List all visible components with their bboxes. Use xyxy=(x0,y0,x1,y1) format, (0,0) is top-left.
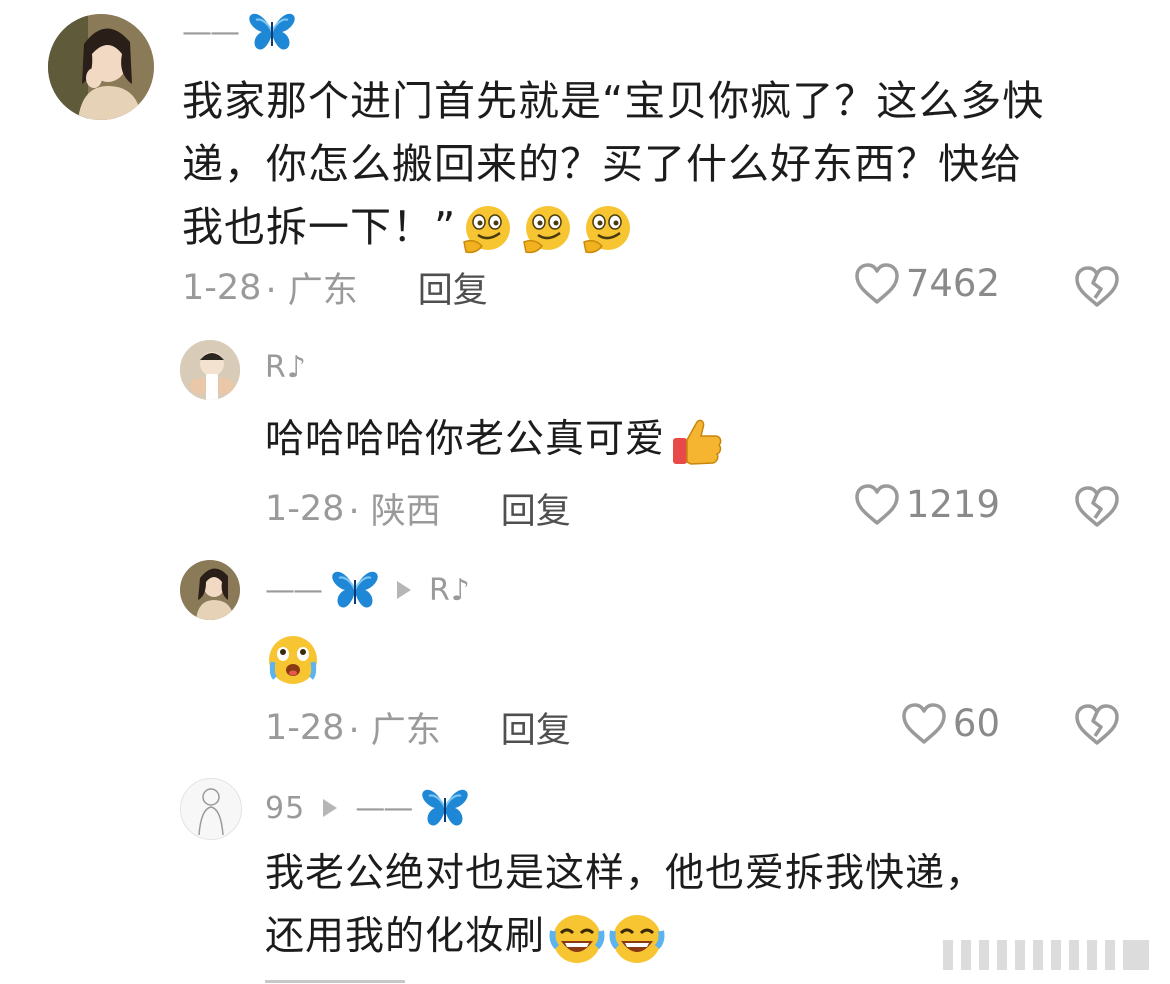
broken-heart-icon[interactable] xyxy=(1074,486,1120,528)
author-name[interactable]: R♪ xyxy=(265,350,307,385)
heart-icon xyxy=(901,703,947,745)
avatar[interactable] xyxy=(180,560,240,620)
heart-icon xyxy=(854,484,900,526)
emoji-laughing-tears xyxy=(609,911,665,967)
like-count: 7462 xyxy=(905,262,1000,305)
author-name[interactable]: —— xyxy=(182,15,240,50)
comment-region: · 陕西 xyxy=(348,492,441,532)
author-name[interactable]: —— xyxy=(265,573,323,608)
comment-date: 1-28 xyxy=(265,707,345,748)
reply-arrow-icon xyxy=(323,799,338,817)
reply-to-name[interactable]: R♪ xyxy=(429,573,471,608)
comment-text: 哈哈哈哈你老公真可爱 xyxy=(265,408,725,471)
butterfly-icon xyxy=(421,788,469,828)
reply-arrow-icon xyxy=(397,581,411,599)
author-name[interactable]: 95 xyxy=(265,791,305,826)
emoji-laughing-tears xyxy=(549,911,605,967)
heart-icon xyxy=(854,263,900,305)
author-line: 95 —— xyxy=(265,788,469,828)
comment-region: · 广东 xyxy=(348,711,441,751)
avatar[interactable] xyxy=(48,14,154,120)
comment-region: · 广东 xyxy=(265,271,358,311)
watermark-logo xyxy=(933,932,1158,978)
comment-meta: 1-28 · 陕西 回复 xyxy=(265,483,571,534)
reply-button[interactable]: 回复 xyxy=(418,262,488,313)
avatar[interactable] xyxy=(180,340,240,400)
comment-meta: 1-28 · 广东 回复 xyxy=(182,262,488,313)
like-count: 60 xyxy=(952,702,1000,745)
like-button[interactable]: 7462 xyxy=(854,262,1000,305)
author-line: R♪ xyxy=(265,350,307,385)
comment-meta: 1-28 · 广东 回复 xyxy=(265,702,571,753)
reply-to-name[interactable]: —— xyxy=(355,791,413,826)
reply-button[interactable]: 回复 xyxy=(501,483,571,534)
like-count: 1219 xyxy=(905,483,1000,526)
like-button[interactable]: 1219 xyxy=(854,483,1000,526)
comment-date: 1-28 xyxy=(265,488,345,529)
avatar[interactable] xyxy=(180,778,242,840)
comment-text: 我家那个进门首先就是“宝贝你疯了？这么多快 递，你怎么搬回来的？买了什么好东西？… xyxy=(182,70,1142,259)
comment-date: 1-28 xyxy=(182,267,262,308)
butterfly-icon xyxy=(248,12,296,52)
reply-button[interactable]: 回复 xyxy=(501,702,571,753)
broken-heart-icon[interactable] xyxy=(1074,266,1120,308)
author-line: —— xyxy=(182,12,296,52)
like-button[interactable]: 60 xyxy=(901,702,1000,745)
emoji-crying-face xyxy=(265,632,321,688)
comment-text xyxy=(265,626,321,689)
emoji-thumbs-up xyxy=(669,414,725,470)
broken-heart-icon[interactable] xyxy=(1074,704,1120,746)
emoji-thinking xyxy=(520,202,576,258)
emoji-thinking xyxy=(460,202,516,258)
author-line: —— R♪ xyxy=(265,570,471,610)
emoji-thinking xyxy=(580,202,636,258)
butterfly-icon xyxy=(331,570,379,610)
